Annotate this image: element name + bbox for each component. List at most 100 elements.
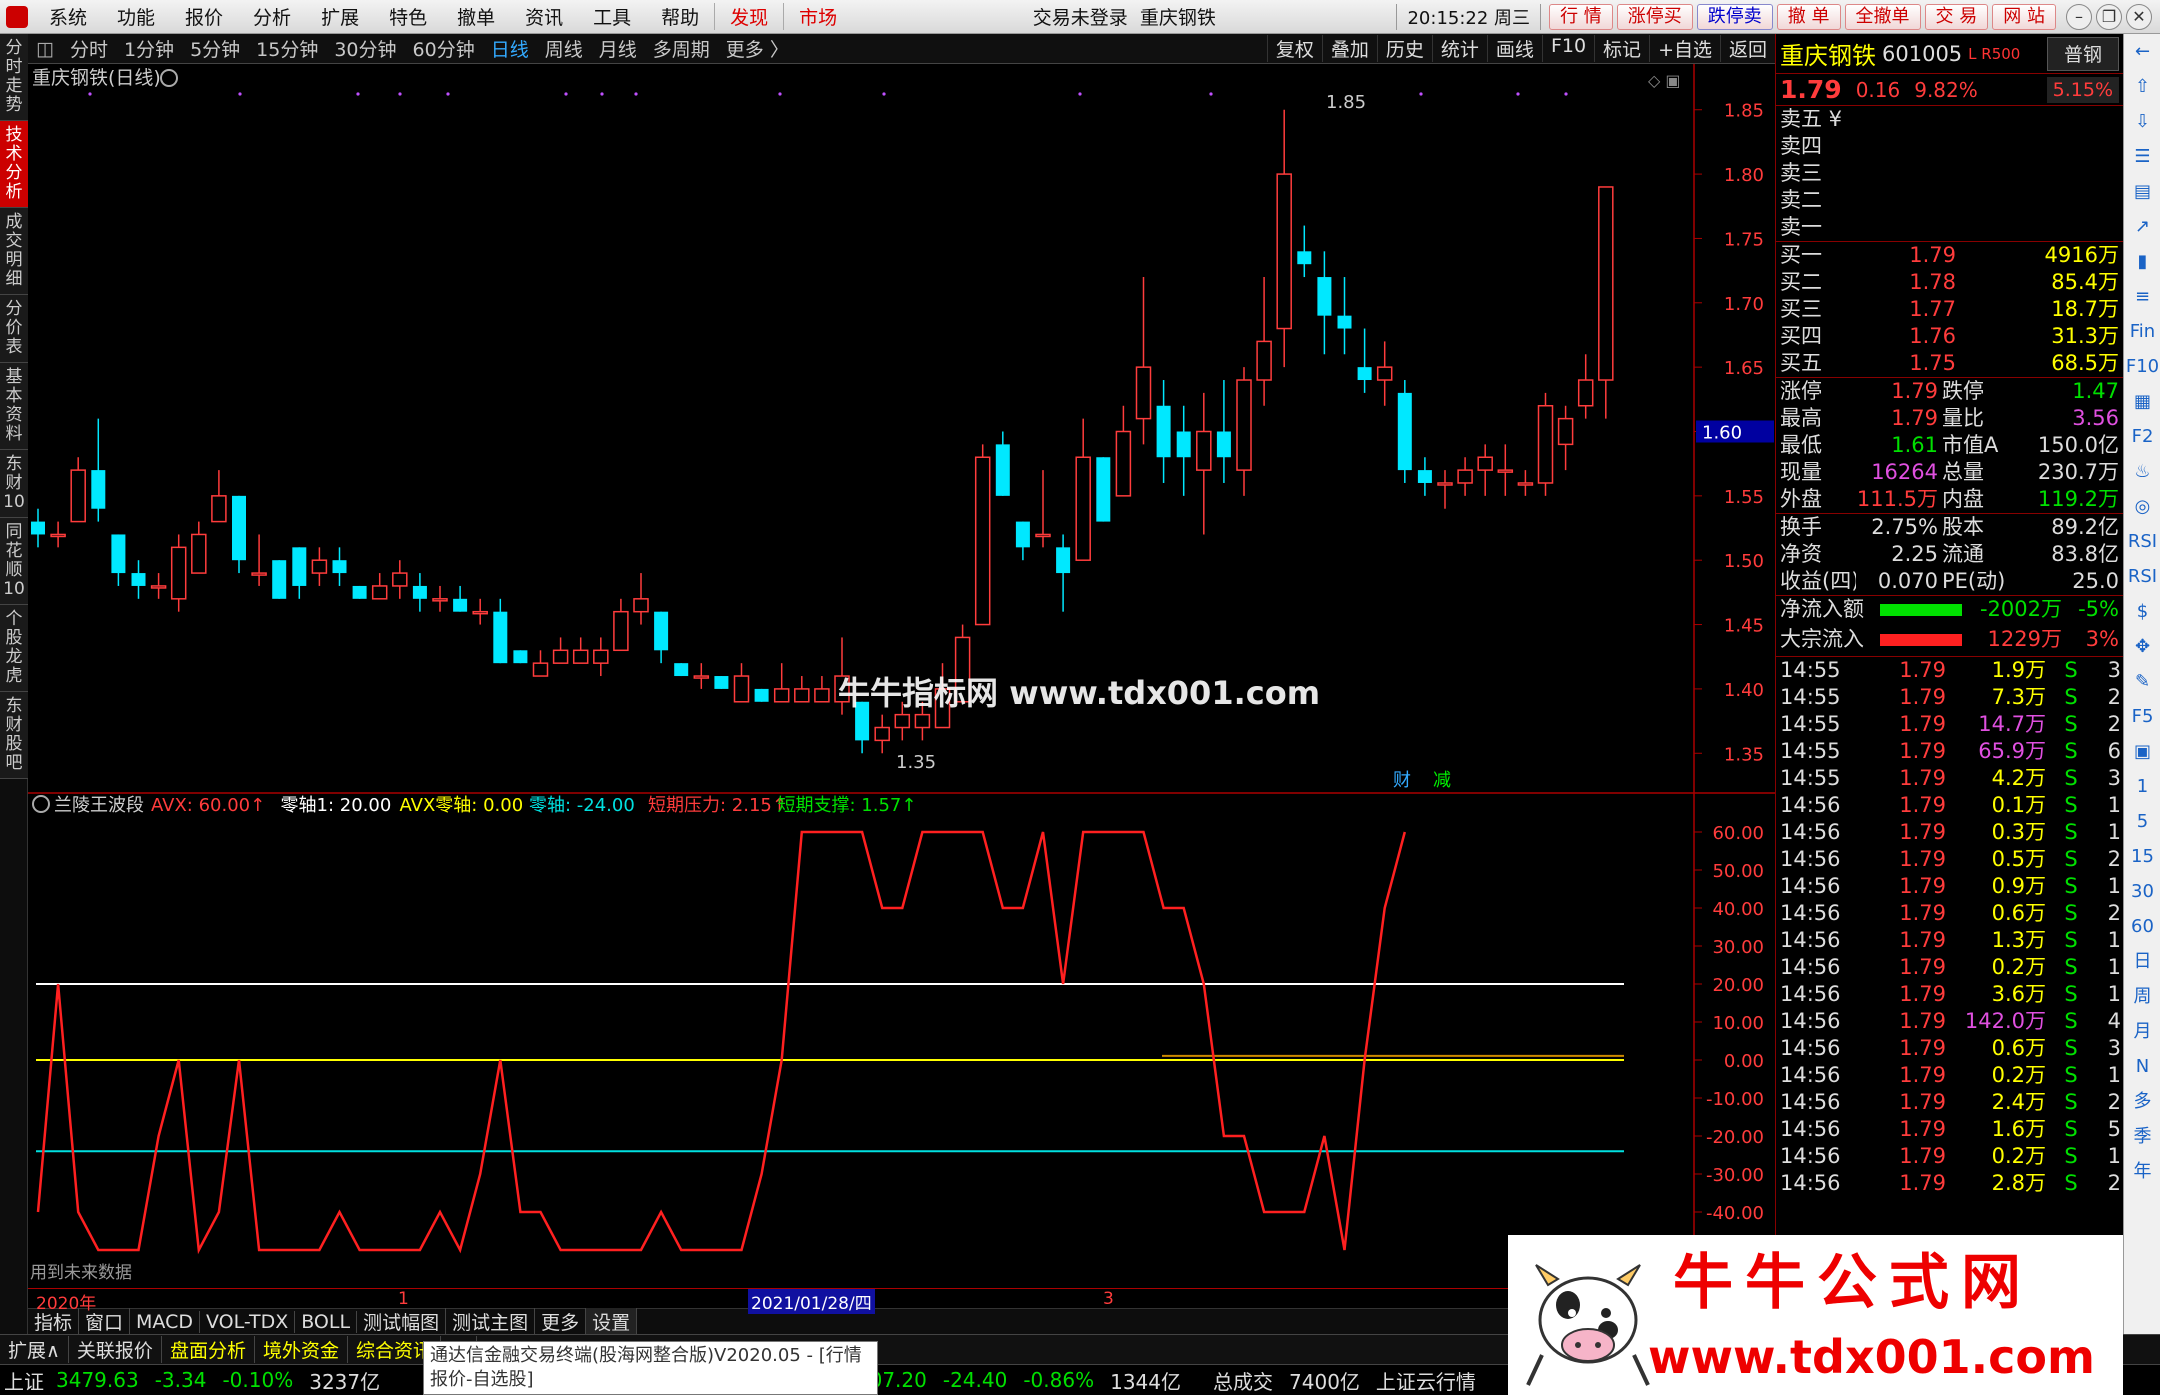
menu-item[interactable]: 扩展 bbox=[306, 3, 374, 30]
function-tab[interactable]: 扩展∧ bbox=[0, 1336, 69, 1363]
period-tab[interactable]: 1分钟 bbox=[116, 35, 182, 62]
chart-tool-button[interactable]: 标记 bbox=[1594, 35, 1649, 62]
chart-tool-button[interactable]: 历史 bbox=[1376, 35, 1432, 62]
menu-item[interactable]: 工具 bbox=[578, 3, 646, 30]
period-tab[interactable]: 月线 bbox=[591, 35, 645, 62]
tool-icon[interactable]: F5 bbox=[2124, 699, 2160, 734]
period-tab[interactable]: 30分钟 bbox=[326, 35, 404, 62]
close-button[interactable]: ✕ bbox=[2126, 3, 2152, 30]
tool-icon[interactable]: 30 bbox=[2124, 874, 2160, 909]
left-tab[interactable]: 分价表 bbox=[0, 295, 28, 363]
tool-icon[interactable]: 60 bbox=[2124, 909, 2160, 944]
left-tab[interactable]: 东财10 bbox=[0, 450, 28, 518]
action-button[interactable]: 撤 单 bbox=[1776, 3, 1841, 30]
tool-icon[interactable]: RSI bbox=[2124, 524, 2160, 559]
menu-item[interactable]: 报价 bbox=[170, 3, 238, 30]
chart-tool-button[interactable]: 复权 bbox=[1266, 35, 1322, 62]
menu-item[interactable]: 特色 bbox=[374, 3, 442, 30]
indicator-tab[interactable]: BOLL bbox=[295, 1310, 358, 1333]
menu-item[interactable]: 帮助 bbox=[646, 3, 714, 30]
left-tab[interactable]: 分时走势 bbox=[0, 34, 28, 121]
chart-tool-button[interactable]: F10 bbox=[1541, 35, 1594, 62]
indicator-tab[interactable]: 更多 bbox=[535, 1308, 587, 1335]
action-button[interactable]: 行 情 bbox=[1549, 3, 1613, 30]
action-button[interactable]: 全撤单 bbox=[1844, 3, 1921, 30]
period-tab[interactable]: 15分钟 bbox=[248, 35, 326, 62]
restore-button[interactable]: ❐ bbox=[2096, 3, 2122, 30]
action-button[interactable]: 交 易 bbox=[1924, 3, 1989, 30]
tool-icon[interactable]: ♨ bbox=[2124, 454, 2160, 489]
period-tab[interactable]: 周线 bbox=[537, 35, 591, 62]
candlestick-chart[interactable]: 1.85 1.80 1.75 1.70 1.65 1.60 1.55 1.50 1.45 1.40… bbox=[28, 64, 1775, 794]
menu-item-highlight[interactable]: 市场 bbox=[783, 3, 852, 30]
tool-icon[interactable]: ✥ bbox=[2124, 629, 2160, 664]
tool-icon[interactable]: 1 bbox=[2124, 769, 2160, 804]
tool-icon[interactable]: RSI bbox=[2124, 559, 2160, 594]
tool-icon[interactable]: 多 bbox=[2124, 1084, 2160, 1119]
tool-icon[interactable]: 月 bbox=[2124, 1014, 2160, 1049]
minimize-button[interactable]: – bbox=[2066, 3, 2092, 30]
action-button[interactable]: 网 站 bbox=[1992, 3, 2056, 30]
function-tab[interactable]: 关联报价 bbox=[69, 1336, 162, 1363]
period-tab[interactable]: 日线 bbox=[483, 35, 537, 62]
menu-item[interactable]: 撤单 bbox=[442, 3, 510, 30]
tool-icon[interactable]: 15 bbox=[2124, 839, 2160, 874]
cloud-quote-link[interactable]: 上证云行情 bbox=[1368, 1366, 1484, 1395]
indicator-tab[interactable]: 设置 bbox=[586, 1308, 638, 1335]
chart-tool-button[interactable]: 返回 bbox=[1719, 35, 1775, 62]
tool-icon[interactable]: F10 bbox=[2124, 349, 2160, 384]
tool-icon[interactable]: F2 bbox=[2124, 419, 2160, 454]
chart-tool-button[interactable]: 画线 bbox=[1486, 35, 1542, 62]
period-tab[interactable]: 60分钟 bbox=[405, 35, 483, 62]
chart-tool-button[interactable]: +自选 bbox=[1649, 35, 1720, 62]
tool-icon[interactable]: Fin bbox=[2124, 314, 2160, 349]
left-tab[interactable]: 成交明细 bbox=[0, 208, 28, 295]
indicator-tab[interactable]: 测试主图 bbox=[446, 1308, 536, 1335]
tool-icon[interactable]: 年 bbox=[2124, 1154, 2160, 1189]
period-tab[interactable]: 5分钟 bbox=[182, 35, 248, 62]
tool-icon[interactable]: ▤ bbox=[2124, 174, 2160, 209]
action-button[interactable]: 跌停卖 bbox=[1696, 3, 1773, 30]
menu-item[interactable]: 系统 bbox=[34, 3, 102, 30]
tool-icon[interactable]: ⇩ bbox=[2124, 104, 2160, 139]
indicator-chart[interactable]: 60.00 50.00 40.00 30.00 20.00 10.00 0.00 -10.00… bbox=[28, 794, 1775, 1288]
tool-icon[interactable]: ◎ bbox=[2124, 489, 2160, 524]
layout-toggle-icon[interactable]: ◫ bbox=[28, 38, 62, 60]
tool-icon[interactable]: 周 bbox=[2124, 979, 2160, 1014]
tool-icon[interactable]: ↗ bbox=[2124, 209, 2160, 244]
left-tab[interactable]: 个股龙虎 bbox=[0, 605, 28, 692]
tool-icon[interactable]: ▮ bbox=[2124, 244, 2160, 279]
tool-icon[interactable]: 季 bbox=[2124, 1119, 2160, 1154]
tool-icon[interactable]: ▣ bbox=[2124, 734, 2160, 769]
action-button[interactable]: 涨停买 bbox=[1616, 3, 1693, 30]
tool-icon[interactable]: 5 bbox=[2124, 804, 2160, 839]
left-tab[interactable]: 同花顺10 bbox=[0, 518, 28, 605]
menu-item-highlight[interactable]: 发现 bbox=[714, 3, 783, 30]
chart-tool-button[interactable]: 统计 bbox=[1431, 35, 1487, 62]
industry-badge[interactable]: 普钢 bbox=[2047, 36, 2119, 71]
indicator-tab[interactable]: MACD bbox=[130, 1310, 200, 1333]
menu-item[interactable]: 资讯 bbox=[510, 3, 578, 30]
left-tab[interactable]: 基本资料 bbox=[0, 363, 28, 450]
chart-tool-button[interactable]: 叠加 bbox=[1321, 35, 1377, 62]
period-tab[interactable]: 多周期 bbox=[645, 35, 718, 62]
tool-icon[interactable]: ▦ bbox=[2124, 384, 2160, 419]
tool-icon[interactable]: N bbox=[2124, 1049, 2160, 1084]
indicator-tab[interactable]: 测试幅图 bbox=[357, 1308, 447, 1335]
left-tab[interactable]: 技术分析 bbox=[0, 121, 28, 208]
tool-icon[interactable]: 日 bbox=[2124, 944, 2160, 979]
tool-icon[interactable]: $ bbox=[2124, 594, 2160, 629]
period-tab[interactable]: 更多 〉 bbox=[718, 35, 797, 62]
tool-icon[interactable]: ← bbox=[2124, 34, 2160, 69]
period-tab[interactable]: 分时 bbox=[62, 35, 116, 62]
function-tab[interactable]: 盘面分析 bbox=[162, 1336, 255, 1363]
menu-item[interactable]: 功能 bbox=[102, 3, 170, 30]
tool-icon[interactable]: ✎ bbox=[2124, 664, 2160, 699]
left-tab[interactable]: 东财股吧 bbox=[0, 692, 28, 779]
function-tab[interactable]: 境外资金 bbox=[255, 1336, 348, 1363]
tool-icon[interactable]: ≡ bbox=[2124, 279, 2160, 314]
tool-icon[interactable]: ⇧ bbox=[2124, 69, 2160, 104]
indicator-tab[interactable]: VOL-TDX bbox=[200, 1310, 296, 1333]
menu-item[interactable]: 分析 bbox=[238, 3, 306, 30]
tool-icon[interactable]: ☰ bbox=[2124, 139, 2160, 174]
